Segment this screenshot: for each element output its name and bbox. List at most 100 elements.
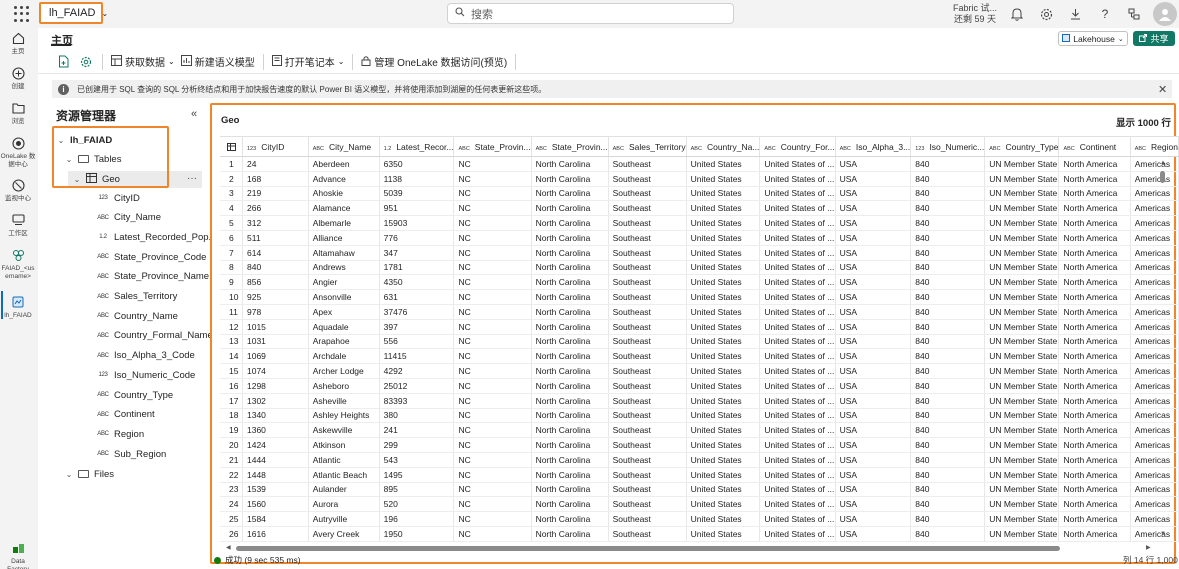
table-cell[interactable]: NC (453, 496, 532, 513)
table-cell[interactable]: UN Member State (984, 304, 1060, 320)
table-cell[interactable]: Americas (1130, 422, 1179, 439)
table-row[interactable]: 20 1424 Atkinson 299 NC North Carolina Southea… (220, 437, 1179, 453)
table-row[interactable]: 10 925 Ansonville 631 NC North Carolina Southe… (220, 289, 1179, 305)
table-cell[interactable]: United States (686, 511, 761, 527)
table-cell[interactable]: 840 (910, 422, 986, 439)
table-cell[interactable]: 840 (910, 408, 986, 424)
table-cell[interactable]: 840 (910, 186, 986, 202)
table-row[interactable]: 17 1302 Asheville 83393 NC North Carolina Sout… (220, 393, 1179, 409)
table-cell[interactable]: 556 (379, 334, 455, 350)
table-cell[interactable]: Southeast (608, 260, 687, 276)
table-cell[interactable]: United States of ... (759, 482, 836, 498)
table-cell[interactable]: USA (835, 274, 912, 291)
lakehouse-mode-switch[interactable]: Lakehouse ⌄ (1058, 31, 1128, 46)
tree-item-files[interactable]: ⌄ Files (65, 466, 114, 482)
table-cell[interactable]: NC (453, 171, 532, 187)
table-cell[interactable]: Americas (1130, 363, 1179, 379)
table-cell[interactable]: North America (1058, 171, 1131, 187)
table-cell[interactable]: UN Member State (984, 200, 1060, 217)
table-cell[interactable]: United States of ... (759, 422, 836, 439)
table-cell[interactable]: Americas (1130, 452, 1179, 468)
table-cell[interactable]: North Carolina (531, 200, 609, 217)
table-cell[interactable]: Americas (1130, 348, 1179, 365)
table-cell[interactable]: USA (835, 482, 912, 498)
table-cell[interactable]: United States of ... (759, 186, 836, 202)
table-cell[interactable]: USA (835, 319, 912, 335)
manage-onelake-access-button[interactable]: 管理 OneLake 数据访问(预览) (361, 54, 507, 69)
row-number[interactable]: 17 (220, 393, 243, 409)
table-cell[interactable]: Southeast (608, 348, 687, 365)
table-cell[interactable]: 840 (910, 230, 986, 246)
table-cell[interactable]: United States of ... (759, 363, 836, 379)
table-cell[interactable]: 1360 (242, 422, 309, 439)
table-cell[interactable]: United States of ... (759, 511, 836, 527)
table-cell[interactable]: North Carolina (531, 482, 609, 498)
table-cell[interactable]: North Carolina (531, 289, 609, 305)
table-cell[interactable]: North Carolina (531, 334, 609, 350)
table-cell[interactable]: NC (453, 260, 532, 276)
table-cell[interactable]: 1298 (242, 378, 309, 394)
rail-item-home[interactable]: 主页 (0, 32, 36, 56)
settings-gear-icon[interactable] (1037, 5, 1055, 23)
table-cell[interactable]: 614 (242, 245, 309, 261)
table-row[interactable]: 24 1560 Aurora 520 NC North Carolina Southeast… (220, 496, 1179, 513)
table-cell[interactable]: Americas (1130, 215, 1179, 231)
table-cell[interactable]: NC (453, 467, 532, 483)
table-cell[interactable]: United States of ... (759, 289, 836, 305)
table-cell[interactable]: Southeast (608, 467, 687, 483)
table-cell[interactable]: Americas (1130, 511, 1179, 527)
row-number[interactable]: 6 (220, 230, 243, 246)
table-cell[interactable]: United States (686, 230, 761, 246)
table-cell[interactable]: UN Member State (984, 452, 1060, 468)
table-cell[interactable]: 840 (910, 171, 986, 187)
table-cell[interactable]: North America (1058, 334, 1131, 350)
column-header[interactable]: ABC Country_For... (759, 136, 836, 157)
table-cell[interactable]: NC (453, 304, 532, 320)
row-number[interactable]: 18 (220, 408, 243, 424)
row-number[interactable]: 23 (220, 482, 243, 498)
table-cell[interactable]: North Carolina (531, 274, 609, 291)
table-cell[interactable]: Americas (1130, 289, 1179, 305)
row-number[interactable]: 19 (220, 422, 243, 439)
table-cell[interactable]: NC (453, 156, 532, 172)
table-cell[interactable]: North Carolina (531, 171, 609, 187)
table-cell[interactable]: UN Member State (984, 260, 1060, 276)
row-number[interactable]: 1 (220, 156, 243, 172)
row-number[interactable]: 16 (220, 378, 243, 394)
table-row[interactable]: 22 1448 Atlantic Beach 1495 NC North Carolina… (220, 467, 1179, 483)
row-number[interactable]: 7 (220, 245, 243, 261)
table-cell[interactable]: USA (835, 422, 912, 439)
table-cell[interactable]: USA (835, 230, 912, 246)
table-cell[interactable]: North America (1058, 289, 1131, 305)
table-cell[interactable]: USA (835, 215, 912, 231)
table-row[interactable]: 5 312 Albemarle 15903 NC North Carolina Southe… (220, 215, 1179, 231)
collapse-panel-icon[interactable]: « (191, 108, 197, 120)
table-cell[interactable]: UN Member State (984, 274, 1060, 291)
row-number[interactable]: 10 (220, 289, 243, 305)
row-number[interactable]: 4 (220, 200, 243, 217)
table-cell[interactable]: Angier (308, 274, 380, 291)
table-cell[interactable]: 1950 (379, 526, 455, 542)
rail-item-workspace[interactable]: FAIAD_<username> (0, 249, 36, 281)
table-cell[interactable]: Aquadale (308, 319, 380, 335)
table-cell[interactable]: 840 (910, 289, 986, 305)
table-cell[interactable]: 1015 (242, 319, 309, 335)
table-cell[interactable]: USA (835, 393, 912, 409)
table-cell[interactable]: 83393 (379, 393, 455, 409)
column-header[interactable]: ABC Sales_Territory (608, 136, 687, 157)
table-cell[interactable]: United States of ... (759, 334, 836, 350)
table-cell[interactable]: United States (686, 215, 761, 231)
tree-item-column[interactable]: ABC Country_Type (97, 387, 173, 403)
table-cell[interactable]: 1138 (379, 171, 455, 187)
table-row[interactable]: 6 511 Alliance 776 NC North Carolina Southeast… (220, 230, 1179, 246)
table-cell[interactable]: NC (453, 437, 532, 453)
table-cell[interactable]: Americas (1130, 319, 1179, 335)
table-cell[interactable]: 1495 (379, 467, 455, 483)
table-cell[interactable]: United States (686, 245, 761, 261)
table-cell[interactable]: 25012 (379, 378, 455, 394)
rail-item-browse[interactable]: 浏览 (0, 102, 36, 126)
table-cell[interactable]: North Carolina (531, 186, 609, 202)
table-cell[interactable]: USA (835, 304, 912, 320)
table-cell[interactable]: United States of ... (759, 467, 836, 483)
table-cell[interactable]: North America (1058, 245, 1131, 261)
